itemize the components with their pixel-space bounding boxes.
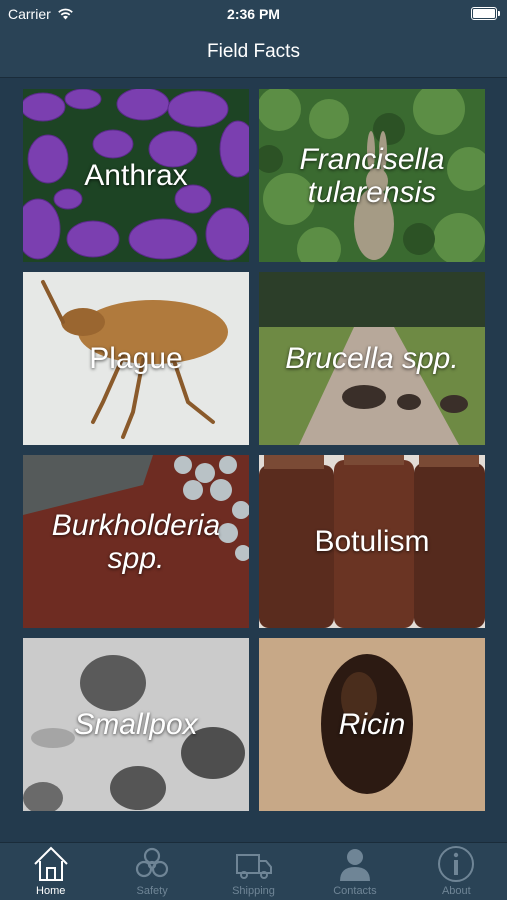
tab-label: Home [36,885,66,897]
tile-label: Francisella tularensis [299,142,445,209]
biohazard-icon [132,844,172,884]
truck-icon [234,844,274,884]
tile-anthrax[interactable]: Anthrax [23,89,249,262]
tile-burkholderia[interactable]: Burkholderia spp. [23,455,249,628]
home-icon [31,844,71,884]
tile-plague[interactable]: Plague [23,272,249,445]
battery-icon [471,7,500,20]
tile-label: Smallpox [74,708,198,741]
tab-shipping[interactable]: Shipping [203,843,304,900]
tab-label: Contacts [333,885,377,897]
tab-bar: Home Safety Shipping Contacts About [0,842,507,900]
tile-brucella[interactable]: Brucella spp. [259,272,485,445]
tile-label: Ricin [338,708,406,741]
tile-label: Botulism [314,525,430,558]
tab-contacts[interactable]: Contacts [304,843,405,900]
tab-label: Safety [136,885,168,897]
tile-botulism[interactable]: Botulism [259,455,485,628]
tile-label: Burkholderia spp. [51,508,221,575]
tab-label: About [441,885,471,897]
tile-label: Brucella spp. [285,342,459,375]
tab-about[interactable]: About [406,843,507,900]
tab-label: Shipping [232,885,275,897]
tab-safety[interactable]: Safety [101,843,202,900]
nav-bar: Field Facts [0,28,507,78]
tile-francisella[interactable]: Francisella tularensis [259,89,485,262]
status-bar: Carrier 2:36 PM [0,0,507,28]
page-title: Field Facts [207,41,300,62]
tile-label: Plague [89,342,183,375]
tab-home[interactable]: Home [0,843,101,900]
person-icon [335,844,375,884]
info-icon [436,844,476,884]
agent-grid: Anthrax Francisella tularensis Plague Br… [23,89,485,811]
tile-smallpox[interactable]: Smallpox [23,638,249,811]
tile-label: Anthrax [84,159,188,192]
tile-ricin[interactable]: Ricin [259,638,485,811]
status-time: 2:36 PM [227,6,280,22]
